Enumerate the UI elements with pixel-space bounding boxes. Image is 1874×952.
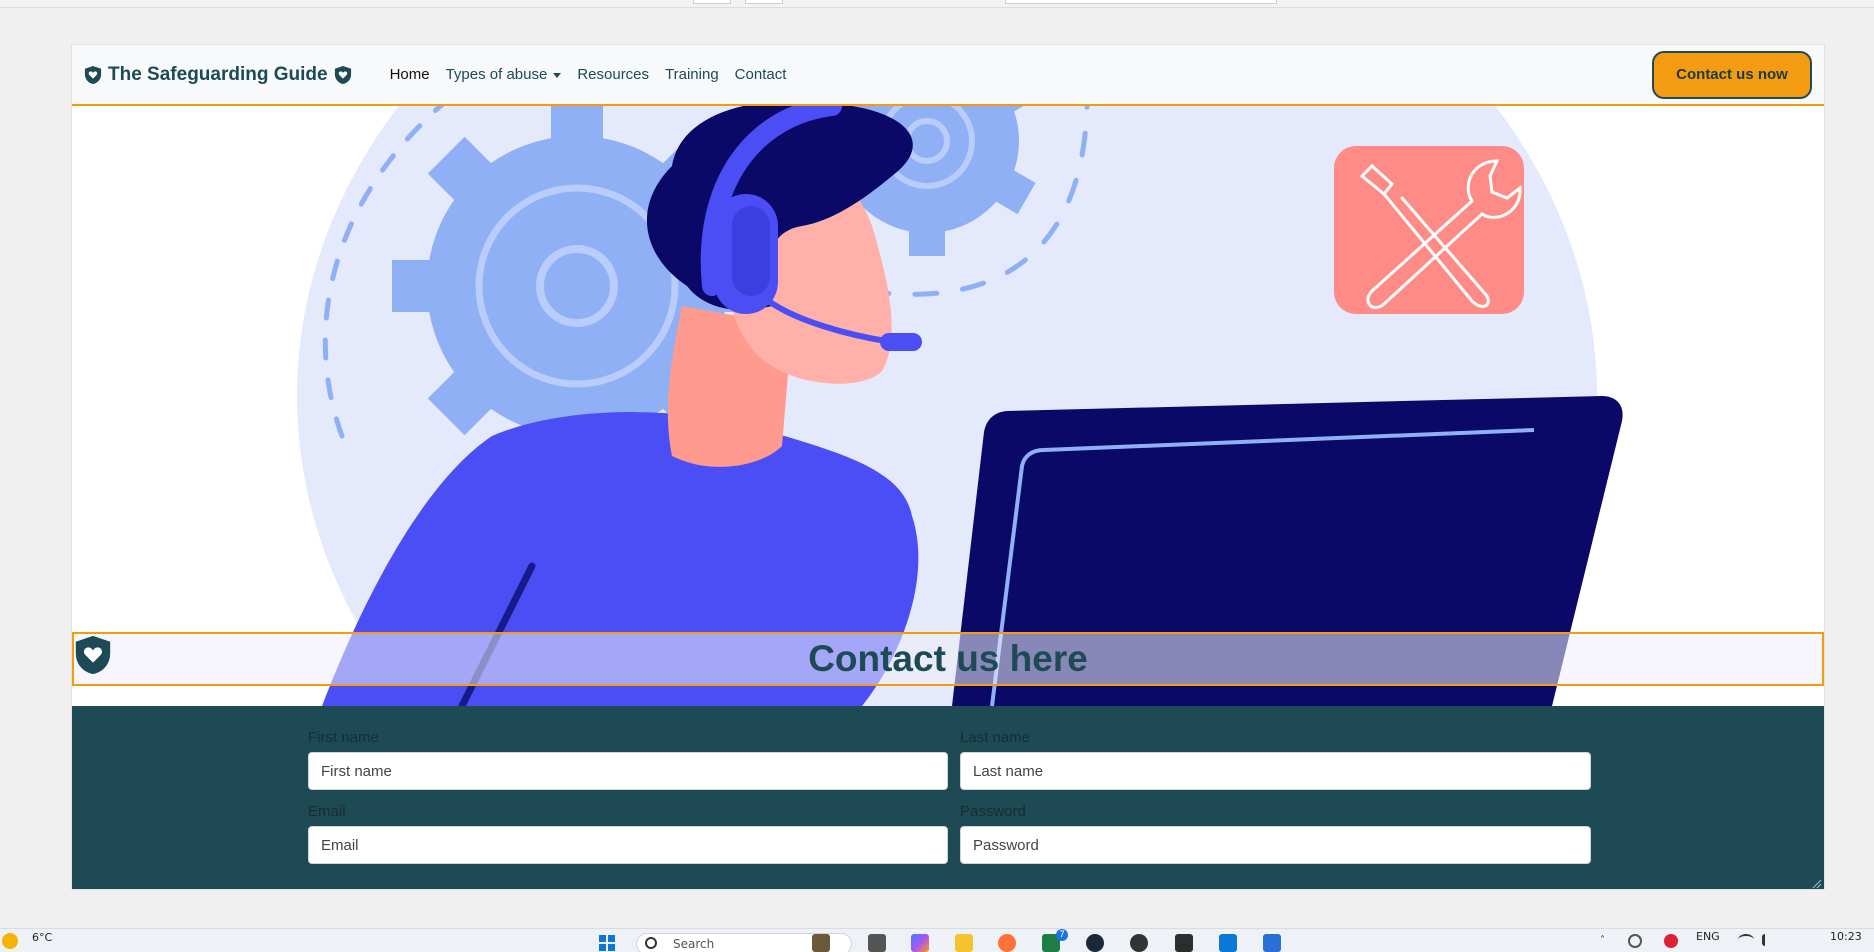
windows-start-icon[interactable] — [598, 934, 616, 952]
first-name-field[interactable] — [308, 752, 948, 790]
nav-link-contact[interactable]: Contact — [727, 66, 795, 83]
vscode-icon[interactable] — [1219, 934, 1237, 952]
nav-link-types-of-abuse[interactable]: Types of abuse — [438, 66, 570, 83]
nav-link-home[interactable]: Home — [382, 66, 438, 83]
password-label: Password — [960, 803, 1026, 820]
nav-link-label: Types of abuse — [445, 66, 548, 83]
password-group: Password — [960, 802, 1591, 864]
weather-temp: 6°C — [32, 931, 53, 944]
app-icon[interactable] — [1175, 934, 1193, 952]
support-agent-illustration — [297, 106, 1623, 706]
shield-heart-icon — [334, 65, 351, 84]
last-name-label: Last name — [960, 729, 1031, 746]
first-name-group: First name — [308, 728, 948, 790]
browser-top-strip — [0, 0, 1874, 8]
resize-grip-icon[interactable] — [1810, 877, 1822, 889]
website-viewport: The Safeguarding Guide Home Types of abu… — [71, 44, 1825, 890]
caret-down-icon — [553, 72, 562, 78]
notification-badge: 7 — [1056, 929, 1068, 941]
copilot-icon[interactable] — [911, 934, 929, 952]
shield-heart-icon — [75, 636, 111, 674]
contact-heading-banner: Contact us here — [72, 632, 1824, 686]
search-highlight-icon — [812, 934, 830, 952]
last-name-group: Last name — [960, 728, 1591, 790]
chevron-up-icon[interactable]: ˄ — [1600, 935, 1605, 946]
form-grid: First name Last name Email Password — [308, 728, 1591, 864]
contact-form: First name Last name Email Password — [72, 706, 1824, 889]
weather-icon[interactable] — [2, 933, 18, 949]
browser-address-bar[interactable] — [1005, 0, 1277, 4]
email-group: Email — [308, 802, 948, 864]
security-icon[interactable] — [1664, 934, 1678, 948]
sync-icon[interactable] — [1628, 934, 1642, 948]
brand-name: The Safeguarding Guide — [108, 63, 328, 85]
search-icon — [645, 937, 657, 949]
brand[interactable]: The Safeguarding Guide — [84, 64, 352, 86]
last-name-field[interactable] — [960, 752, 1591, 790]
nav-link-training[interactable]: Training — [657, 66, 727, 83]
file-explorer-icon[interactable] — [955, 934, 973, 952]
nav-link-resources[interactable]: Resources — [569, 66, 657, 83]
email-field[interactable] — [308, 826, 948, 864]
browser-tab-stub[interactable] — [693, 0, 731, 4]
browser-tab-stub[interactable] — [745, 0, 783, 4]
hero-section: Contact us here — [72, 106, 1824, 706]
clock-time[interactable]: 10:23 — [1830, 930, 1862, 943]
taskbar-search-label: Search — [673, 937, 715, 951]
windows-taskbar: 6°C Search 7 ˄ ENG 10:23 — [0, 928, 1874, 952]
volume-icon[interactable] — [1762, 934, 1776, 946]
app-icon[interactable] — [1130, 934, 1148, 952]
task-view-icon[interactable] — [868, 934, 886, 952]
language-indicator[interactable]: ENG — [1696, 930, 1720, 943]
steam-icon[interactable] — [1086, 934, 1104, 952]
wifi-icon[interactable] — [1738, 934, 1754, 946]
nav-links: Home Types of abuse Resources Training C… — [382, 66, 795, 83]
firefox-icon[interactable] — [998, 934, 1016, 952]
email-label: Email — [308, 803, 346, 820]
site-navbar: The Safeguarding Guide Home Types of abu… — [72, 45, 1824, 106]
notepad-icon[interactable] — [1263, 934, 1281, 952]
contact-heading: Contact us here — [808, 638, 1088, 679]
tools-icon — [1334, 146, 1524, 314]
contact-us-now-button[interactable]: Contact us now — [1652, 50, 1812, 99]
first-name-label: First name — [308, 729, 379, 746]
shield-heart-icon — [84, 65, 102, 84]
password-field[interactable] — [960, 826, 1591, 864]
